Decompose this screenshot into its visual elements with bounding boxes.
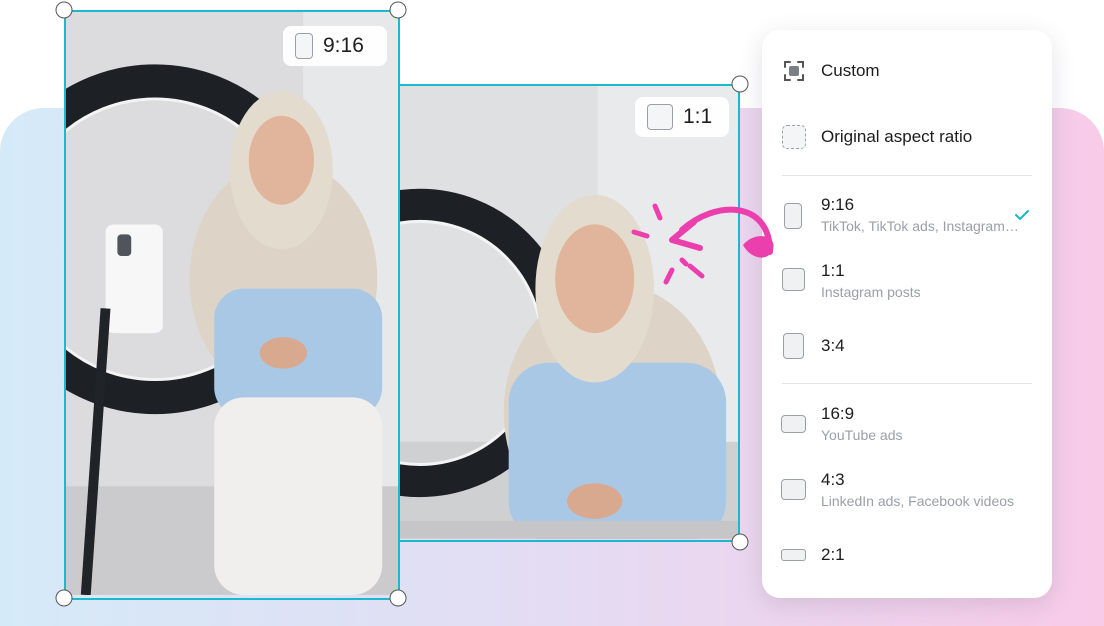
portrait-ratio-icon (295, 33, 313, 59)
menu-item-16-9[interactable]: 16:9 YouTube ads (762, 399, 1052, 449)
ratio-4-3-label: 4:3 (821, 470, 845, 489)
check-icon (1015, 210, 1029, 220)
resize-handle-bottom-right[interactable] (389, 589, 407, 607)
square-ratio-tag: 1:1 (635, 97, 729, 137)
ratio-16-9-label: 16:9 (821, 404, 855, 423)
custom-label: Custom (821, 61, 880, 80)
square-ratio-label: 1:1 (683, 105, 713, 128)
portrait-ratio-tag: 9:16 (283, 26, 387, 66)
ratio-2-1-icon (781, 549, 806, 561)
square-handle-top-right[interactable] (731, 75, 749, 93)
pointer-arrow-icon (631, 203, 774, 285)
ratio-1-1-sub: Instagram posts (821, 284, 921, 300)
ratio-3-4-icon (783, 333, 804, 359)
original-label: Original aspect ratio (821, 127, 973, 146)
ratio-16-9-icon (781, 415, 806, 433)
square-crop-frame[interactable] (398, 84, 740, 542)
ratio-9-16-sub: TikTok, TikTok ads, Instagram Reels (821, 218, 1019, 234)
crop-icon (784, 61, 804, 81)
menu-item-1-1[interactable]: 1:1 Instagram posts (762, 256, 1052, 306)
resize-handle-top-left[interactable] (55, 1, 73, 19)
creator-photo-square (400, 86, 738, 539)
ratio-1-1-label: 1:1 (821, 261, 845, 280)
menu-item-9-16[interactable]: 9:16 TikTok, TikTok ads, Instagram Reels (762, 190, 1052, 240)
square-ratio-icon (647, 104, 673, 130)
menu-item-2-1[interactable]: 2:1 (762, 542, 1052, 568)
ratio-4-3-icon (781, 479, 806, 500)
aspect-ratio-menu: Custom Original aspect ratio 9:16 TikTok… (762, 30, 1052, 598)
dashed-frame-icon (782, 125, 806, 149)
square-handle-bottom-right[interactable] (731, 533, 749, 551)
menu-item-custom[interactable]: Custom (762, 56, 1052, 86)
ratio-2-1-label: 2:1 (821, 545, 845, 564)
menu-item-3-4[interactable]: 3:4 (762, 330, 1052, 360)
resize-handle-top-right[interactable] (389, 1, 407, 19)
ratio-3-4-label: 3:4 (821, 336, 845, 355)
menu-divider-1 (782, 175, 1032, 176)
ratio-9-16-label: 9:16 (821, 195, 855, 214)
menu-item-original[interactable]: Original aspect ratio (762, 122, 1052, 152)
ratio-16-9-sub: YouTube ads (821, 427, 903, 443)
portrait-ratio-label: 9:16 (323, 34, 364, 57)
portrait-crop-frame[interactable] (64, 10, 400, 600)
ratio-4-3-sub: LinkedIn ads, Facebook videos (821, 493, 1015, 509)
menu-item-4-3[interactable]: 4:3 LinkedIn ads, Facebook videos (762, 465, 1052, 515)
menu-divider-2 (782, 383, 1032, 384)
resize-handle-bottom-left[interactable] (55, 589, 73, 607)
creator-photo-portrait (66, 12, 398, 595)
